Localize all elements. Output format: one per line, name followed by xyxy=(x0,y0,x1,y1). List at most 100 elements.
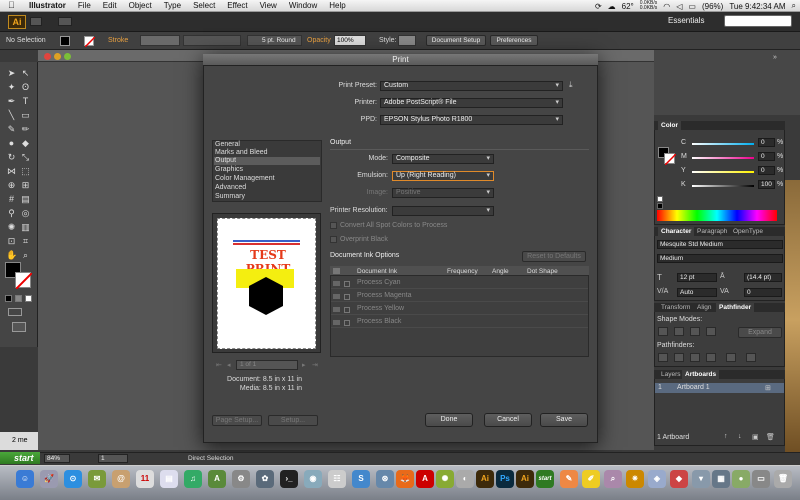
next-page-icon[interactable]: ▸ xyxy=(302,361,306,369)
artboard-tool-icon[interactable]: ⊡ xyxy=(6,236,17,247)
blend-tool-icon[interactable]: ◎ xyxy=(20,208,31,219)
launchpad-icon[interactable]: 🚀 xyxy=(40,470,58,488)
zoom-level-field[interactable]: 84% xyxy=(44,454,70,463)
merge-icon[interactable] xyxy=(690,353,700,362)
stroke-swatch[interactable] xyxy=(84,36,95,47)
tab-transform[interactable]: Transform xyxy=(658,303,693,312)
terminal-icon[interactable]: ›_ xyxy=(280,470,298,488)
ink-row[interactable]: Process Cyan xyxy=(331,277,588,289)
direct-selection-tool-icon[interactable]: ↖ xyxy=(20,68,31,79)
overprint-black-checkbox[interactable] xyxy=(330,236,337,243)
setup-button[interactable]: Setup... xyxy=(268,415,318,426)
menu-effect[interactable]: Effect xyxy=(221,1,253,10)
document-setup-button[interactable]: Document Setup xyxy=(426,35,486,46)
app-icon[interactable]: ● xyxy=(732,470,750,488)
gear-tool-icon[interactable]: ✷ xyxy=(626,470,644,488)
perspective-grid-tool-icon[interactable]: ⊞ xyxy=(20,180,31,191)
artboard-navigation-field[interactable]: 1 xyxy=(98,454,128,463)
battery-icon[interactable]: ▭ xyxy=(688,2,696,11)
tab-character[interactable]: Character xyxy=(658,227,695,236)
free-transform-tool-icon[interactable]: ⬚ xyxy=(20,166,31,177)
finder-icon[interactable]: ☺ xyxy=(16,470,34,488)
shape-builder-tool-icon[interactable]: ⊕ xyxy=(6,180,17,191)
print-preset-dropdown[interactable]: Custom xyxy=(380,81,563,91)
tab-pathfinder[interactable]: Pathfinder xyxy=(716,303,755,312)
stroke-weight-field[interactable] xyxy=(140,35,180,46)
menu-type[interactable]: Type xyxy=(158,1,187,10)
opacity-field[interactable]: 100% xyxy=(334,35,366,46)
photoshop-dock-icon[interactable]: Ps xyxy=(496,470,514,488)
clock[interactable]: Tue 9:42:34 AM xyxy=(729,2,785,11)
drawing-mode-icon[interactable] xyxy=(8,308,22,316)
stroke-color-box[interactable] xyxy=(15,272,32,289)
menu-edit[interactable]: Edit xyxy=(97,1,123,10)
zoom-tool-icon[interactable]: ⌕ xyxy=(20,250,31,261)
collapse-panels-icon[interactable]: » xyxy=(773,54,783,64)
ink-row[interactable]: Process Yellow xyxy=(331,303,588,315)
tab-artboards[interactable]: Artboards xyxy=(682,370,720,379)
intersect-icon[interactable] xyxy=(690,327,700,336)
network-icon[interactable]: ⊛ xyxy=(376,470,394,488)
line-tool-icon[interactable]: ╲ xyxy=(6,110,17,121)
col-frequency[interactable]: Frequency xyxy=(447,268,478,275)
magnifier-icon[interactable]: ⌕ xyxy=(604,470,622,488)
printer-resolution-dropdown[interactable] xyxy=(392,206,494,216)
brush-definition[interactable]: 5 pt. Round xyxy=(247,35,302,46)
minus-back-icon[interactable] xyxy=(746,353,756,362)
tracking-field[interactable]: 0 xyxy=(744,288,782,297)
artboard-options-icon[interactable]: ⊞ xyxy=(765,384,771,392)
expand-button[interactable]: Expand xyxy=(738,327,782,338)
screen-mode-icon[interactable] xyxy=(12,322,26,332)
scale-tool-icon[interactable]: ⤡ xyxy=(20,152,31,163)
blob-brush-tool-icon[interactable]: ● xyxy=(6,138,17,149)
folder-stack-icon[interactable]: ▭ xyxy=(752,470,770,488)
menu-app-name[interactable]: Illustrator xyxy=(23,1,72,10)
menu-window[interactable]: Window xyxy=(283,1,323,10)
color-mode-icon[interactable] xyxy=(5,295,12,302)
magic-wand-tool-icon[interactable]: ✦ xyxy=(6,82,17,93)
current-tool-status[interactable]: Direct Selection xyxy=(188,455,234,462)
first-page-icon[interactable]: ⇤ xyxy=(216,361,222,369)
selection-tool-icon[interactable]: ➤ xyxy=(6,68,17,79)
tab-color[interactable]: Color xyxy=(658,121,681,130)
tab-paragraph[interactable]: Paragraph xyxy=(694,227,730,236)
column-graph-tool-icon[interactable]: ▥ xyxy=(20,222,31,233)
app-icon[interactable]: ◐ xyxy=(456,470,474,488)
eyedropper-tool-icon[interactable]: ⚲ xyxy=(6,208,17,219)
font-style-dropdown[interactable]: Medium xyxy=(657,254,783,263)
white-swatch[interactable] xyxy=(657,196,663,202)
gradient-mode-icon[interactable] xyxy=(15,295,22,302)
slice-tool-icon[interactable]: ⌗ xyxy=(20,236,31,247)
minimized-window-tab[interactable]: 2 me xyxy=(0,432,38,450)
close-window-icon[interactable] xyxy=(44,53,51,60)
sticky-icon[interactable]: ✐ xyxy=(582,470,600,488)
color-spectrum[interactable] xyxy=(657,210,777,221)
menu-view[interactable]: View xyxy=(254,1,283,10)
channel-m-value[interactable]: 0 xyxy=(758,152,775,161)
divide-icon[interactable] xyxy=(658,353,668,362)
trash-icon[interactable]: 🗑 xyxy=(774,470,792,488)
stroke-label[interactable]: Stroke xyxy=(108,35,128,47)
bridge-icon[interactable] xyxy=(30,17,42,26)
pen-tool-icon[interactable]: ✒ xyxy=(6,96,17,107)
mail-icon[interactable]: ✉ xyxy=(88,470,106,488)
width-tool-icon[interactable]: ⋈ xyxy=(6,166,17,177)
tab-opentype[interactable]: OpenType xyxy=(730,227,766,236)
category-color-management[interactable]: Color Management xyxy=(214,175,320,183)
pencil-tool-icon[interactable]: ✏ xyxy=(20,124,31,135)
col-angle[interactable]: Angle xyxy=(492,268,509,275)
photo-icon[interactable]: ✿ xyxy=(256,470,274,488)
category-advanced[interactable]: Advanced xyxy=(214,184,320,192)
mesh-tool-icon[interactable]: # xyxy=(6,194,17,205)
new-artboard-icon[interactable]: ▣ xyxy=(752,433,759,441)
illustrator-dock-icon[interactable]: Ai xyxy=(476,470,494,488)
last-page-icon[interactable]: ⇥ xyxy=(312,361,318,369)
help-search-input[interactable] xyxy=(724,15,792,27)
skype-icon[interactable]: S xyxy=(352,470,370,488)
variable-width-field[interactable] xyxy=(183,35,241,46)
channel-c-value[interactable]: 0 xyxy=(758,138,775,147)
menu-object[interactable]: Object xyxy=(123,1,158,10)
app-store-icon[interactable]: A xyxy=(208,470,226,488)
trim-icon[interactable] xyxy=(674,353,684,362)
gradient-tool-icon[interactable]: ▤ xyxy=(20,194,31,205)
